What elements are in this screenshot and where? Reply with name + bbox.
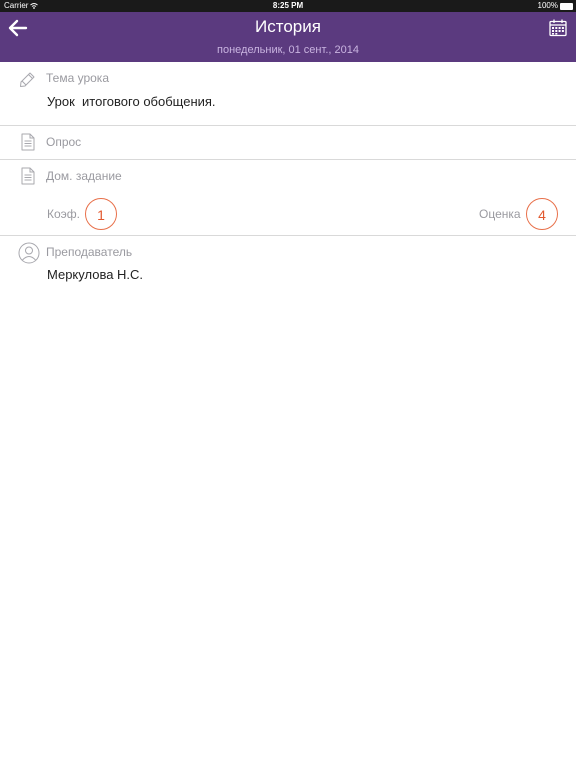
homework-label: Дом. задание [46, 169, 122, 183]
page-title: История [255, 17, 321, 36]
survey-label: Опрос [46, 135, 82, 149]
lesson-topic-row: Тема урока Урок итогового обобщения. [0, 62, 576, 126]
grade-label: Оценка [479, 207, 521, 221]
status-time: 8:25 PM [272, 1, 304, 10]
survey-row: Опрос [0, 126, 576, 160]
nav-bar: История понедельник, 01 сент., 2014 [0, 12, 576, 62]
calendar-button[interactable] [548, 18, 568, 38]
grade-badge: 4 [526, 198, 558, 230]
battery-icon [560, 3, 573, 10]
teacher-row: Преподаватель Меркулова Н.С. [0, 236, 576, 296]
calendar-icon [549, 19, 567, 37]
teacher-label: Преподаватель [46, 245, 133, 259]
battery-percent: 100% [537, 1, 558, 10]
lesson-topic-label: Тема урока [46, 71, 109, 85]
status-bar: Carrier 8:25 PM 100% [0, 0, 576, 12]
person-icon [18, 242, 40, 264]
coefficient-label: Коэф. [47, 207, 80, 221]
teacher-value: Меркулова Н.С. [47, 267, 144, 282]
page-date: понедельник, 01 сент., 2014 [217, 44, 359, 56]
pencil-icon [18, 69, 38, 89]
homework-row: Дом. задание Коэф. 1 Оценка 4 [0, 160, 576, 236]
document-icon [18, 132, 38, 152]
document-icon [18, 166, 38, 186]
coefficient-badge: 1 [85, 198, 117, 230]
lesson-topic-value: Урок итогового обобщения. [47, 94, 216, 109]
